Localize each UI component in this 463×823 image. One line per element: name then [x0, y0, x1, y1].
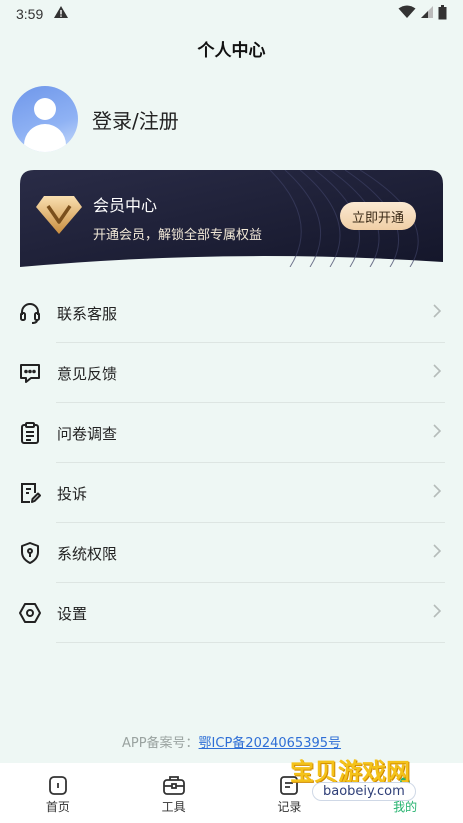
menu-item-label: 设置 — [57, 604, 88, 623]
vip-title: 会员中心 — [93, 196, 158, 215]
toolbox-icon — [162, 772, 186, 798]
headset-icon — [18, 301, 42, 325]
menu-item-contact-service[interactable]: 联系客服 — [0, 283, 463, 343]
watermark-url: baobeiy.com — [312, 782, 416, 801]
shield-icon — [18, 541, 42, 565]
menu-item-survey[interactable]: 问卷调查 — [0, 403, 463, 463]
chevron-right-icon — [433, 363, 442, 382]
menu-item-settings[interactable]: 设置 — [0, 583, 463, 643]
complaint-icon — [18, 481, 42, 505]
clipboard-icon — [18, 421, 42, 445]
open-vip-button[interactable]: 立即开通 — [340, 202, 416, 230]
icp-number-link[interactable]: 鄂ICP备2024065395号 — [199, 736, 341, 751]
chevron-right-icon — [433, 603, 442, 622]
menu-item-complaint[interactable]: 投诉 — [0, 463, 463, 523]
vip-subtitle: 开通会员，解锁全部专属权益 — [93, 228, 263, 243]
vip-card[interactable]: 会员中心 开通会员，解锁全部专属权益 立即开通 — [20, 170, 443, 267]
profile-section[interactable]: 登录/注册 — [12, 86, 179, 152]
warning-icon — [53, 5, 69, 23]
page-header: 个人中心 — [0, 28, 463, 68]
tab-label: 首页 — [45, 799, 70, 814]
home-icon — [47, 772, 69, 798]
chevron-right-icon — [433, 303, 442, 322]
menu-list: 联系客服 意见反馈 问卷调查 投诉 系统权限 设置 — [0, 283, 463, 643]
settings-icon — [18, 601, 42, 625]
chevron-right-icon — [433, 483, 442, 502]
watermark: 宝贝游戏网 baobeiy.com — [290, 752, 440, 812]
chevron-right-icon — [433, 543, 442, 562]
menu-item-system-permissions[interactable]: 系统权限 — [0, 523, 463, 583]
wifi-icon — [398, 5, 416, 23]
signal-icon — [420, 5, 434, 23]
menu-item-label: 联系客服 — [57, 304, 118, 323]
icp-label: APP备案号： — [121, 736, 199, 751]
battery-icon — [438, 4, 447, 24]
menu-item-label: 问卷调查 — [57, 424, 118, 443]
menu-item-label: 系统权限 — [57, 544, 118, 563]
login-register-link[interactable]: 登录/注册 — [92, 105, 179, 134]
menu-item-label: 投诉 — [57, 484, 88, 503]
tab-label: 工具 — [161, 799, 186, 814]
feedback-icon — [18, 361, 42, 385]
chevron-right-icon — [433, 423, 442, 442]
vip-diamond-icon — [34, 192, 84, 236]
status-time: 3:59 — [16, 6, 44, 22]
icp-footer: APP备案号：鄂ICP备2024065395号 — [0, 732, 463, 751]
menu-item-label: 意见反馈 — [57, 364, 118, 383]
tab-tools[interactable]: 工具 — [116, 763, 232, 823]
page-title: 个人中心 — [197, 40, 266, 61]
tab-home[interactable]: 首页 — [0, 763, 116, 823]
status-bar: 3:59 — [0, 0, 463, 28]
menu-item-feedback[interactable]: 意见反馈 — [0, 343, 463, 403]
avatar[interactable] — [12, 86, 78, 152]
